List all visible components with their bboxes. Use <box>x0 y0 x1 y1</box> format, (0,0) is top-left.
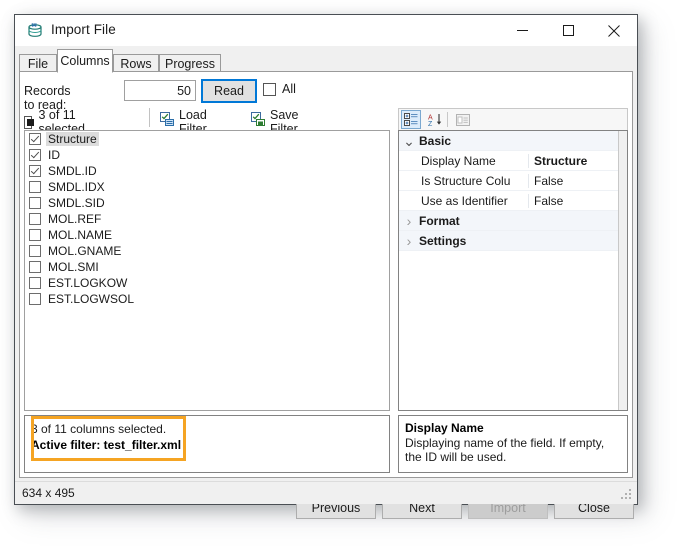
title-bar[interactable]: Import File <box>15 15 637 47</box>
active-filter-text: Active filter: test_filter.xml <box>31 438 182 452</box>
property-pages-icon <box>453 110 473 129</box>
alphabetical-sort-icon[interactable]: A Z <box>425 110 445 129</box>
status-bar: 634 x 495 <box>15 481 637 504</box>
window-title: Import File <box>51 22 116 37</box>
column-checkbox[interactable] <box>29 261 41 273</box>
chevron-down-icon[interactable]: ⌄ <box>399 134 419 148</box>
column-checkbox[interactable] <box>29 197 41 209</box>
tab-columns[interactable]: Columns <box>57 49 113 73</box>
maximize-icon[interactable] <box>545 15 591 46</box>
column-label: Structure <box>46 132 99 146</box>
screenshot-root: Import File File Columns Rows Progress R… <box>0 0 685 553</box>
load-filter-icon <box>160 112 175 132</box>
column-list-item[interactable]: SMDL.IDX <box>25 179 389 195</box>
column-checkbox[interactable] <box>29 133 41 145</box>
property-toolbar-separator <box>447 112 448 127</box>
all-checkbox[interactable]: All <box>263 82 296 96</box>
column-list-item[interactable]: MOL.NAME <box>25 227 389 243</box>
column-checkbox[interactable] <box>29 165 41 177</box>
property-category-row[interactable]: › Settings <box>399 231 627 251</box>
property-grid-rows: ⌄ Basic Display Name Structure Is Structure … <box>399 131 627 251</box>
property-value[interactable]: False <box>529 174 563 188</box>
minimize-icon[interactable] <box>499 15 545 46</box>
columns-selected-text: 3 of 11 columns selected. <box>31 422 167 436</box>
column-label: MOL.REF <box>48 212 102 226</box>
client-area: File Columns Rows Progress Records to re… <box>15 46 637 519</box>
column-label: SMDL.ID <box>48 164 97 178</box>
all-checkbox-box[interactable] <box>263 82 276 96</box>
property-value[interactable]: False <box>529 194 563 208</box>
column-list-item[interactable]: MOL.GNAME <box>25 243 389 259</box>
column-label: SMDL.SID <box>48 196 105 210</box>
property-grid-margin <box>618 131 627 410</box>
read-button[interactable]: Read <box>201 79 257 103</box>
property-category-row[interactable]: ⌄ Basic <box>399 131 627 151</box>
close-icon[interactable] <box>591 15 637 46</box>
chevron-right-icon[interactable]: › <box>399 213 419 229</box>
column-list-item[interactable]: MOL.REF <box>25 211 389 227</box>
column-label: MOL.SMI <box>48 260 99 274</box>
select-all-checkbox-box[interactable] <box>24 115 35 129</box>
toolbar-separator <box>149 108 150 127</box>
column-label: SMDL.IDX <box>48 180 105 194</box>
property-category-label: Settings <box>419 233 467 248</box>
property-category-row[interactable]: › Format <box>399 211 627 231</box>
database-stack-icon <box>26 22 44 40</box>
property-category-label: Basic <box>419 133 452 148</box>
column-checkbox[interactable] <box>29 149 41 161</box>
property-value[interactable]: Structure <box>529 154 587 168</box>
column-label: EST.LOGWSOL <box>48 292 135 306</box>
column-label: EST.LOGKOW <box>48 276 128 290</box>
columns-tab-page: Records to read: Read All 3 of 11 select… <box>19 71 633 478</box>
column-checkbox[interactable] <box>29 245 41 257</box>
selection-status-panel: 3 of 11 columns selected. Active filter:… <box>24 415 390 473</box>
window-size-label: 634 x 495 <box>22 486 75 500</box>
column-checkbox[interactable] <box>29 181 41 193</box>
column-checkbox[interactable] <box>29 277 41 289</box>
column-list-item[interactable]: SMDL.SID <box>25 195 389 211</box>
column-label: MOL.GNAME <box>48 244 122 258</box>
column-list-item[interactable]: EST.LOGWSOL <box>25 291 389 307</box>
description-body: Displaying name of the field. If empty, … <box>405 436 605 464</box>
column-list[interactable]: Structure ID SMDL.ID SMDL.IDX SMDL.SID MOL.RE… <box>24 130 390 411</box>
property-row[interactable]: Use as Identifier False <box>399 191 627 211</box>
chevron-right-icon[interactable]: › <box>399 233 419 249</box>
column-checkbox[interactable] <box>29 213 41 225</box>
property-name: Display Name <box>419 153 529 168</box>
resize-grip-icon[interactable] <box>621 489 633 501</box>
property-description-panel: Display Name Displaying name of the fiel… <box>398 415 628 473</box>
column-list-item[interactable]: EST.LOGKOW <box>25 275 389 291</box>
column-list-item[interactable]: SMDL.ID <box>25 163 389 179</box>
save-filter-icon <box>251 112 266 132</box>
column-list-item[interactable]: Structure <box>25 131 389 147</box>
column-list-item[interactable]: ID <box>25 147 389 163</box>
property-grid[interactable]: ⌄ Basic Display Name Structure Is Structure … <box>398 130 628 411</box>
property-row[interactable]: Display Name Structure <box>399 151 627 171</box>
records-to-read-input[interactable] <box>124 80 196 101</box>
column-checkbox[interactable] <box>29 229 41 241</box>
property-name: Is Structure Colu <box>419 173 529 188</box>
property-name: Use as Identifier <box>419 193 529 208</box>
all-checkbox-label: All <box>282 82 296 96</box>
description-title: Display Name <box>405 421 484 435</box>
column-list-item[interactable]: MOL.SMI <box>25 259 389 275</box>
svg-text:Z: Z <box>428 121 433 127</box>
property-row[interactable]: Is Structure Colu False <box>399 171 627 191</box>
property-category-label: Format <box>419 213 460 228</box>
tab-strip: File Columns Rows Progress <box>19 48 633 73</box>
import-file-window: Import File File Columns Rows Progress R… <box>14 14 638 519</box>
categorized-view-icon[interactable] <box>401 110 421 129</box>
property-grid-toolbar: A Z <box>398 108 628 130</box>
column-checkbox[interactable] <box>29 293 41 305</box>
column-label: MOL.NAME <box>48 228 113 242</box>
column-label: ID <box>48 148 60 162</box>
